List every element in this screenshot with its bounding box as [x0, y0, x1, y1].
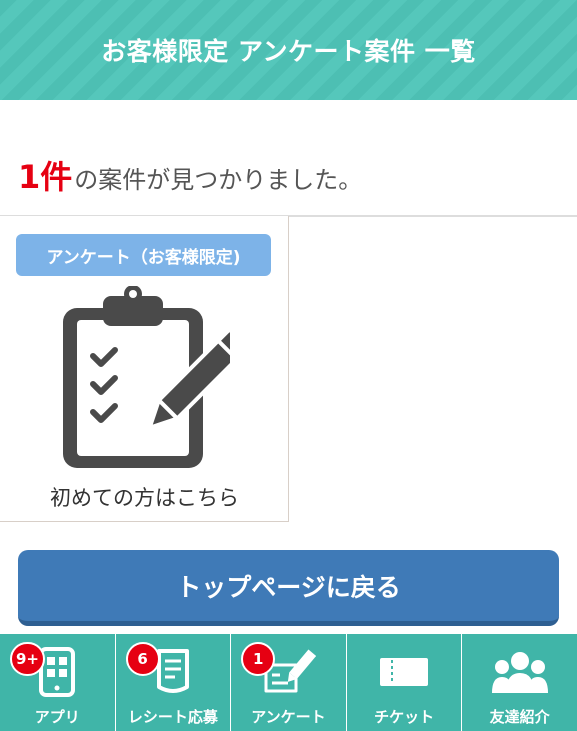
back-to-top-button[interactable]: トップページに戻る	[18, 550, 559, 626]
tab-ticket-label: チケット	[374, 708, 435, 726]
result-count: 1件	[18, 158, 73, 196]
bottom-tab-bar: アプリ 9+ レシート応募 6 アンケート 1 チケット 友達紹介	[0, 634, 577, 731]
clipboard-checklist-pencil-icon	[63, 286, 230, 468]
tab-survey-badge: 1	[241, 642, 276, 676]
card-category-badge: アンケート（お客様限定)	[16, 234, 271, 276]
tab-receipt-badge: 6	[125, 642, 160, 676]
tab-ticket[interactable]: チケット	[347, 634, 463, 731]
survey-card[interactable]: アンケート（お客様限定) 初めての方はこちら	[0, 216, 289, 522]
tab-app-badge: 9+	[10, 642, 46, 676]
tab-app-label: アプリ	[34, 708, 80, 726]
ticket-icon	[376, 644, 432, 700]
tab-receipt-label: レシート応募	[127, 708, 218, 726]
tab-invite-friends[interactable]: 友達紹介	[462, 634, 577, 731]
tab-invite-friends-label: 友達紹介	[489, 708, 550, 726]
tab-survey[interactable]: アンケート 1	[231, 634, 347, 731]
page-title: お客様限定 アンケート案件 一覧	[101, 37, 476, 66]
tab-app[interactable]: アプリ 9+	[0, 634, 116, 731]
page-header: お客様限定 アンケート案件 一覧	[0, 0, 577, 100]
card-caption: 初めての方はこちら	[50, 486, 239, 510]
friends-group-icon	[491, 644, 548, 700]
result-summary: 1件 の案件が見つかりました。	[18, 152, 362, 202]
tab-survey-label: アンケート	[251, 708, 326, 726]
result-text: の案件が見つかりました。	[74, 166, 363, 194]
tab-receipt[interactable]: レシート応募 6	[116, 634, 232, 731]
